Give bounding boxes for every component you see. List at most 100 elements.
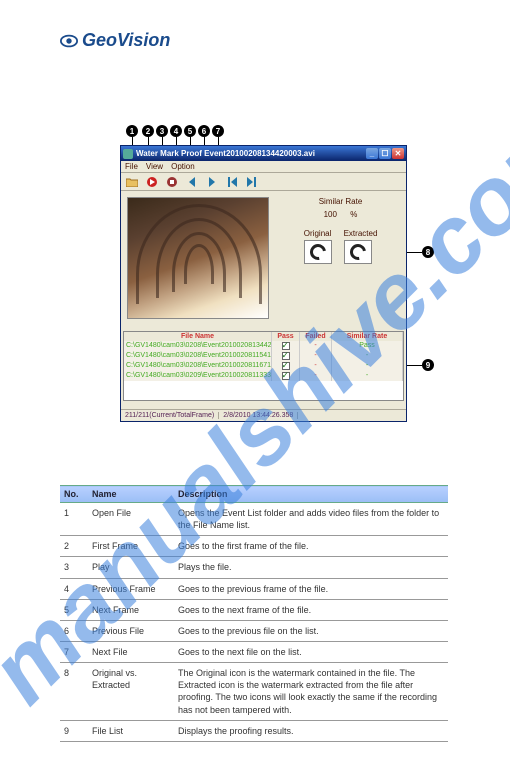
checkbox-icon [282,342,290,350]
doc-col-desc: Description [174,486,448,503]
doc-table: No. Name Description 1Open FileOpens the… [60,485,448,742]
doc-cell-name: First Frame [88,536,174,557]
original-watermark-box [304,240,332,264]
file-list-table[interactable]: File Name Pass Failed Similar Rate C:\GV… [123,331,404,401]
prev-icon[interactable] [185,175,199,189]
stop-icon[interactable] [165,175,179,189]
cell-filename: C:\GV1480\cam03\0208\Event20100208134420… [124,341,272,351]
cell-rate: Pass [332,341,403,351]
doc-row: 7Next FileGoes to the next file on the l… [60,641,448,662]
cell-failed: - [300,361,332,371]
menu-view[interactable]: View [146,162,163,171]
callout-7: 7 [212,125,224,137]
cell-rate: - [332,351,403,361]
next-icon[interactable] [205,175,219,189]
cell-rate: - [332,371,403,381]
doc-cell-desc: Plays the file. [174,557,448,578]
doc-cell-desc: Displays the proofing results. [174,720,448,741]
table-row[interactable]: C:\GV1480\cam03\0208\Event20100208134420… [124,341,403,351]
similar-rate-box: Similar Rate 100 % [283,197,398,219]
status-frames: 211/211(Current/TotalFrame) [121,412,219,419]
callout-1: 1 [126,125,138,137]
doc-row: 3PlayPlays the file. [60,557,448,578]
col-failed[interactable]: Failed [300,332,332,341]
callout-8: 8 [422,246,434,258]
doc-cell-name: Original vs. Extracted [88,663,174,721]
play-icon[interactable] [145,175,159,189]
col-filename[interactable]: File Name [124,332,272,341]
video-preview [127,197,269,319]
cell-failed: - [300,371,332,381]
doc-row: 1Open FileOpens the Event List folder an… [60,503,448,536]
checkbox-icon [282,362,290,370]
table-row[interactable]: C:\GV1480\cam03\0208\Event20100208116719… [124,361,403,371]
extracted-watermark-box [344,240,372,264]
doc-cell-desc: Goes to the previous file on the list. [174,620,448,641]
open-folder-icon[interactable] [125,175,139,189]
doc-cell-no: 7 [60,641,88,662]
doc-cell-no: 8 [60,663,88,721]
doc-cell-no: 4 [60,578,88,599]
doc-cell-no: 3 [60,557,88,578]
doc-cell-name: Previous File [88,620,174,641]
watermark-proof-window: Water Mark Proof Event20100208134420003.… [120,145,407,422]
similar-rate-label: Similar Rate [283,197,398,206]
doc-cell-no: 5 [60,599,88,620]
last-icon[interactable] [245,175,259,189]
menu-file[interactable]: File [125,162,138,171]
similar-rate-unit: % [350,210,357,219]
doc-cell-desc: Opens the Event List folder and adds vid… [174,503,448,536]
doc-col-no: No. [60,486,88,503]
toolbar [121,173,406,191]
original-label: Original [304,229,332,238]
similar-rate-value: 100 [324,210,337,219]
brand-logo: GeoVision [60,30,170,51]
doc-col-name: Name [88,486,174,503]
doc-cell-desc: Goes to the first frame of the file. [174,536,448,557]
logo-eye-icon [60,32,78,50]
cell-pass [272,371,300,381]
doc-cell-name: File List [88,720,174,741]
doc-cell-no: 1 [60,503,88,536]
cell-failed: - [300,341,332,351]
doc-cell-name: Open File [88,503,174,536]
status-time: 2/8/2010 13:44:26.358 [219,412,298,419]
checkbox-icon [282,352,290,360]
doc-row: 2First FrameGoes to the first frame of t… [60,536,448,557]
col-rate[interactable]: Similar Rate [332,332,403,341]
doc-row: 9File ListDisplays the proofing results. [60,720,448,741]
maximize-button[interactable]: ☐ [379,148,391,159]
callout-2: 2 [142,125,154,137]
doc-cell-desc: The Original icon is the watermark conta… [174,663,448,721]
table-row[interactable]: C:\GV1480\cam03\0209\Event20100208113336… [124,371,403,381]
menubar: File View Option [121,161,406,173]
minimize-button[interactable]: _ [366,148,378,159]
doc-cell-no: 2 [60,536,88,557]
doc-cell-desc: Goes to the next frame of the file. [174,599,448,620]
doc-cell-name: Play [88,557,174,578]
doc-cell-desc: Goes to the next file on the list. [174,641,448,662]
statusbar: 211/211(Current/TotalFrame) 2/8/2010 13:… [121,409,406,421]
callout-4: 4 [170,125,182,137]
cell-rate: - [332,361,403,371]
watermark-c-icon [346,241,368,263]
doc-cell-name: Next Frame [88,599,174,620]
logo-text: GeoVision [82,30,170,51]
extracted-label: Extracted [344,229,378,238]
titlebar[interactable]: Water Mark Proof Event20100208134420003.… [121,146,406,161]
cell-filename: C:\GV1480\cam03\0209\Event20100208113336… [124,371,272,381]
table-row[interactable]: C:\GV1480\cam03\0208\Event20100208115410… [124,351,403,361]
doc-row: 8Original vs. ExtractedThe Original icon… [60,663,448,721]
callout-6: 6 [198,125,210,137]
table-header: File Name Pass Failed Similar Rate [124,332,403,341]
cell-failed: - [300,351,332,361]
callout-9: 9 [422,359,434,371]
close-button[interactable]: ✕ [392,148,404,159]
cell-filename: C:\GV1480\cam03\0208\Event20100208116719… [124,361,272,371]
doc-cell-no: 9 [60,720,88,741]
doc-row: 4Previous FrameGoes to the previous fram… [60,578,448,599]
watermark-c-icon [306,241,328,263]
menu-option[interactable]: Option [171,162,195,171]
callout-3: 3 [156,125,168,137]
first-icon[interactable] [225,175,239,189]
